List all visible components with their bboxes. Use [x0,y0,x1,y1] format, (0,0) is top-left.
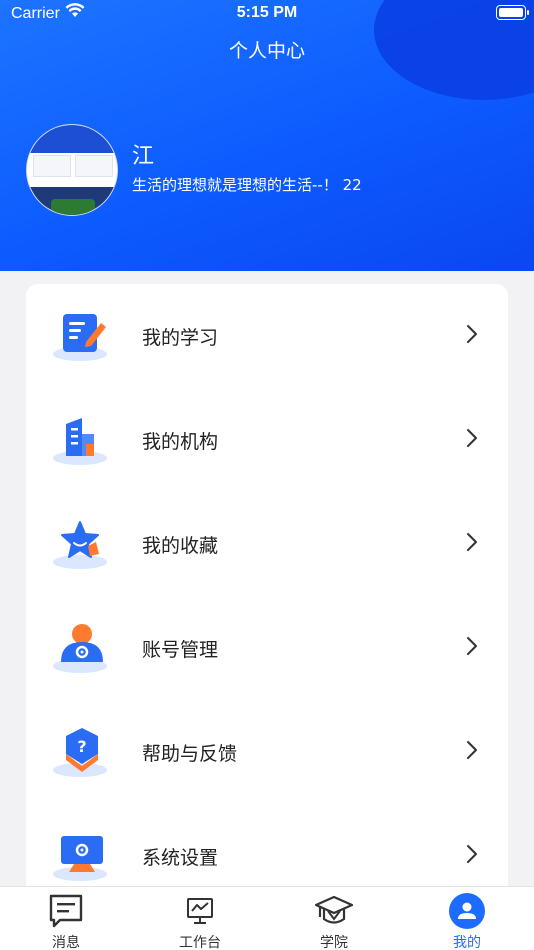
menu-item-label: 我的学习 [142,326,219,349]
menu-item-label: 系统设置 [142,846,219,869]
menu-item-label: 账号管理 [142,638,219,661]
user-signature: 生活的理想就是理想的生活--！ 22 [132,176,362,194]
help-question-icon: ? [52,724,112,780]
tab-workbench[interactable]: 工作台 [155,887,245,950]
tab-label: 学院 [320,935,348,950]
tab-label: 我的 [453,935,481,950]
tab-label: 消息 [52,935,80,950]
avatar[interactable] [26,124,118,216]
menu-item-label: 帮助与反馈 [142,742,238,765]
tab-academy[interactable]: 学院 [289,887,379,950]
status-time: 5:15 PM [236,4,298,21]
page-title: 个人中心 [228,40,305,62]
menu-item-help-feedback[interactable]: ? 帮助与反馈 [26,700,508,804]
graduation-cap-icon [314,893,354,929]
tab-bar: 消息 工作台 学院 我的 [0,886,534,950]
chevron-right-icon [466,324,478,348]
svg-text:?: ? [77,737,86,756]
profile-icon [447,893,487,929]
status-bar: Carrier 5:15 PM [0,0,534,28]
menu-card: 我的学习 我的机构 我的收藏 账号管理 ? 帮助与反馈 系统设置 [26,284,508,904]
chevron-right-icon [466,844,478,868]
battery-icon [496,5,529,20]
workbench-chart-icon [180,893,220,929]
tab-messages[interactable]: 消息 [21,887,111,950]
star-icon [52,516,112,572]
building-icon [52,412,112,468]
message-icon [46,893,86,929]
tab-label: 工作台 [179,935,221,950]
menu-item-my-favorites[interactable]: 我的收藏 [26,492,508,596]
chevron-right-icon [466,428,478,452]
chevron-right-icon [466,636,478,660]
menu-item-my-institution[interactable]: 我的机构 [26,388,508,492]
study-document-icon [52,308,112,364]
chevron-right-icon [466,740,478,764]
profile-header: Carrier 5:15 PM 个人中心 江 生活的理想就是理想的生活--！ 2… [0,0,534,271]
tab-mine[interactable]: 我的 [422,887,512,950]
account-gear-icon [52,620,112,676]
username[interactable]: 江 [132,138,154,170]
menu-item-label: 我的机构 [142,430,219,453]
menu-item-my-study[interactable]: 我的学习 [26,284,508,388]
menu-item-account-management[interactable]: 账号管理 [26,596,508,700]
monitor-settings-icon [52,828,112,884]
menu-item-label: 我的收藏 [142,534,219,557]
chevron-right-icon [466,532,478,556]
